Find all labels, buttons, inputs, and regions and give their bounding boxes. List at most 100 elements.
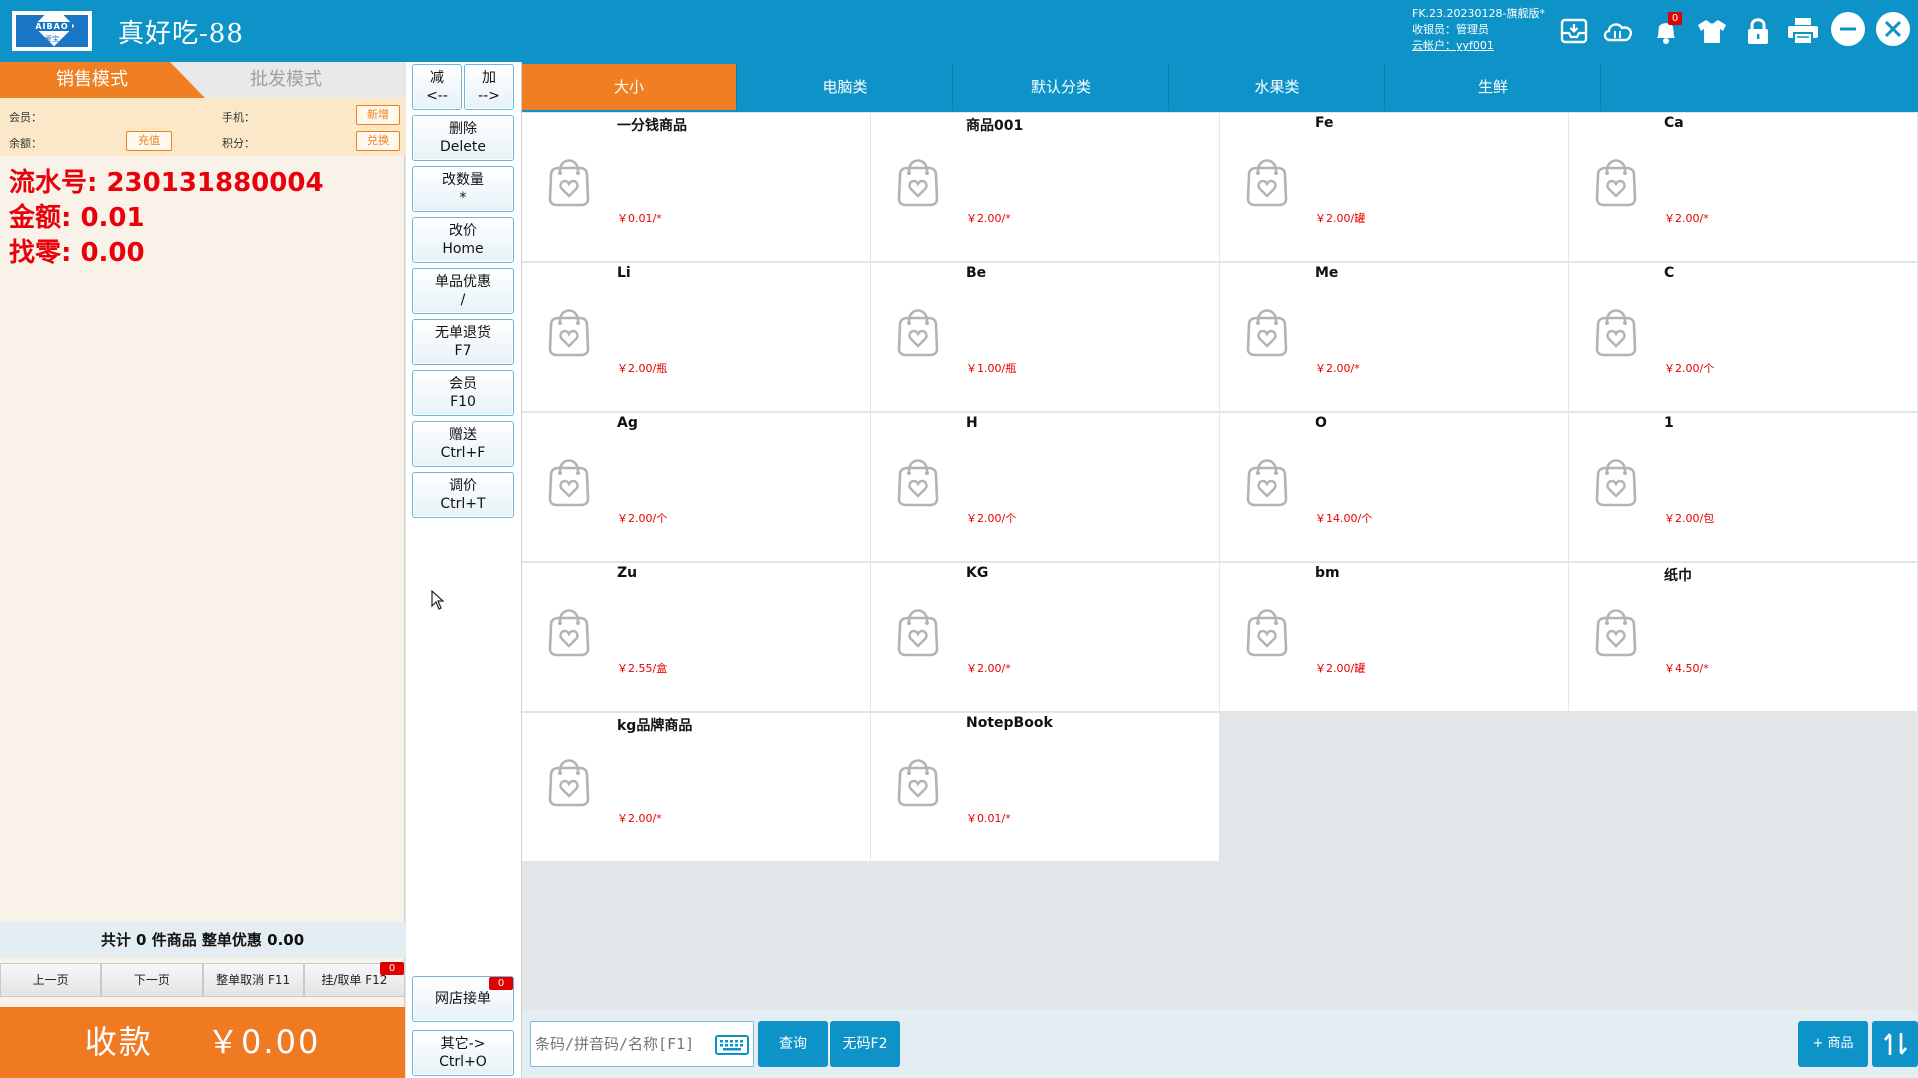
- balance-label: 余额：: [9, 137, 42, 150]
- cloud-account-link[interactable]: 云帐户：yyf001: [1412, 38, 1545, 54]
- product-bag-icon: [1246, 309, 1288, 357]
- store-name: 真好吃-88: [118, 19, 244, 49]
- prev-page-button[interactable]: 上一页: [0, 963, 102, 997]
- product-price: ￥2.00/罐: [1315, 212, 1366, 225]
- product-bag-icon: [1246, 159, 1288, 207]
- product-bag-icon: [548, 309, 590, 357]
- adjust-price-button[interactable]: 调价 Ctrl+T: [412, 472, 514, 518]
- product-bag-icon: [897, 159, 939, 207]
- account-info: FK.23.20230128-旗舰版* 收银员：管理员 云帐户：yyf001: [1412, 6, 1545, 54]
- product-bag-icon: [897, 309, 939, 357]
- product-price: ￥2.00/个: [966, 512, 1017, 525]
- cancel-order-button[interactable]: 整单取消 F11: [202, 963, 304, 997]
- change-price-button[interactable]: 改价 Home: [412, 217, 514, 263]
- product-name: KG: [966, 565, 989, 581]
- product-card[interactable]: Me ￥2.00/*: [1220, 263, 1568, 411]
- product-card[interactable]: 纸巾 ￥4.50/*: [1569, 563, 1917, 711]
- product-price: ￥2.00/罐: [1315, 662, 1366, 675]
- printer-icon[interactable]: [1783, 11, 1823, 51]
- decrease-button[interactable]: 减 <--: [412, 64, 462, 110]
- change-quantity-button[interactable]: 改数量 *: [412, 166, 514, 212]
- amount-value: 金额: 0.01: [9, 203, 145, 233]
- cashier-text: 收银员：管理员: [1412, 23, 1489, 36]
- product-bag-icon: [1595, 459, 1637, 507]
- close-button[interactable]: [1876, 12, 1910, 46]
- skin-shirt-icon[interactable]: [1692, 11, 1732, 51]
- product-card[interactable]: Ca ￥2.00/*: [1569, 113, 1917, 261]
- notification-bell-icon[interactable]: 0: [1646, 11, 1686, 51]
- member-info: 会员： 手机： 新增 余额： 充值 积分： 兑换: [0, 98, 405, 156]
- new-member-button[interactable]: 新增: [356, 105, 400, 125]
- product-card[interactable]: Be ￥1.00/瓶: [871, 263, 1219, 411]
- tab-category-size[interactable]: 大小: [522, 64, 737, 110]
- tab-wholesale-mode[interactable]: 批发模式: [250, 62, 322, 98]
- product-card[interactable]: Fe ￥2.00/罐: [1220, 113, 1568, 261]
- inbox-icon[interactable]: [1554, 11, 1594, 51]
- tab-category-default[interactable]: 默认分类: [954, 64, 1169, 110]
- member-button[interactable]: 会员 F10: [412, 370, 514, 416]
- product-card[interactable]: C ￥2.00/个: [1569, 263, 1917, 411]
- no-barcode-button[interactable]: 无码F2: [830, 1021, 900, 1067]
- keyboard-icon[interactable]: [715, 1035, 749, 1059]
- product-bag-icon: [1246, 459, 1288, 507]
- product-card[interactable]: Zu ￥2.55/盒: [522, 563, 870, 711]
- tab-category-fresh[interactable]: 生鲜: [1386, 64, 1601, 110]
- hold-order-button[interactable]: 挂/取单 F12 0: [303, 962, 405, 997]
- product-card[interactable]: kg品牌商品 ￥2.00/*: [522, 713, 870, 861]
- online-orders-button[interactable]: 网店接单 0: [412, 976, 514, 1022]
- more-functions-button[interactable]: 其它-> Ctrl+O: [412, 1030, 514, 1076]
- product-card[interactable]: O ￥14.00/个: [1220, 413, 1568, 561]
- product-price: ￥2.00/*: [617, 812, 662, 825]
- tab-category-fruits[interactable]: 水果类: [1170, 64, 1385, 110]
- header-bar: AIBAO 爱宝 真好吃-88 FK.23.20230128-旗舰版* 收银员：…: [0, 0, 1918, 62]
- product-price: ￥0.01/*: [617, 212, 662, 225]
- gift-button[interactable]: 赠送 Ctrl+F: [412, 421, 514, 467]
- product-card[interactable]: KG ￥2.00/*: [871, 563, 1219, 711]
- product-price: ￥0.01/*: [966, 812, 1011, 825]
- item-discount-button[interactable]: 单品优惠 /: [412, 268, 514, 314]
- recharge-button[interactable]: 充值: [126, 131, 172, 151]
- product-card[interactable]: 商品001 ￥2.00/*: [871, 113, 1219, 261]
- tab-category-computers[interactable]: 电脑类: [738, 64, 953, 110]
- hold-order-label: 挂/取单 F12: [321, 973, 388, 987]
- product-price: ￥2.00/个: [1664, 362, 1715, 375]
- order-nav: 上一页 下一页 整单取消 F11 挂/取单 F12 0: [0, 962, 405, 997]
- product-card[interactable]: NotepBook ￥0.01/*: [871, 713, 1219, 861]
- product-bag-icon: [548, 609, 590, 657]
- product-bag-icon: [897, 759, 939, 807]
- delete-button[interactable]: 删除 Delete: [412, 115, 514, 161]
- product-price: ￥2.00/*: [1315, 362, 1360, 375]
- product-name: Ca: [1664, 115, 1684, 131]
- product-card[interactable]: Ag ￥2.00/个: [522, 413, 870, 561]
- product-card[interactable]: Li ￥2.00/瓶: [522, 263, 870, 411]
- increase-button[interactable]: 加 -->: [464, 64, 514, 110]
- product-price: ￥2.00/包: [1664, 512, 1715, 525]
- query-button[interactable]: 查询: [758, 1021, 828, 1067]
- add-product-button[interactable]: + 商品: [1798, 1021, 1868, 1067]
- next-page-button[interactable]: 下一页: [101, 963, 203, 997]
- product-price: ￥2.55/盒: [617, 662, 668, 675]
- product-name: Li: [617, 265, 631, 281]
- tab-sale-mode[interactable]: 销售模式: [0, 62, 205, 98]
- minimize-button[interactable]: [1831, 12, 1865, 46]
- points-label: 积分：: [222, 137, 255, 150]
- return-no-receipt-button[interactable]: 无单退货 F7: [412, 319, 514, 365]
- exchange-points-button[interactable]: 兑换: [356, 131, 400, 151]
- product-card[interactable]: bm ￥2.00/罐: [1220, 563, 1568, 711]
- sale-panel: 销售模式 批发模式 会员： 手机： 新增 余额： 充值 积分： 兑换 流水号: …: [0, 62, 405, 1078]
- category-tabs: 大小 电脑类 默认分类 水果类 生鲜: [522, 62, 1918, 112]
- product-card[interactable]: 1 ￥2.00/包: [1569, 413, 1917, 561]
- product-card[interactable]: 一分钱商品 ￥0.01/*: [522, 113, 870, 261]
- lock-icon[interactable]: [1738, 11, 1778, 51]
- product-name: Fe: [1315, 115, 1334, 131]
- cloud-sync-icon[interactable]: [1598, 11, 1638, 51]
- product-name: NotepBook: [966, 715, 1053, 731]
- search-bar: 查询 无码F2 + 商品: [522, 1010, 1918, 1078]
- product-bag-icon: [1595, 159, 1637, 207]
- barcode-search-input[interactable]: [535, 1032, 711, 1056]
- toggle-layout-button[interactable]: [1872, 1021, 1918, 1067]
- phone-label: 手机：: [222, 111, 255, 124]
- checkout-label: 收款: [84, 1023, 153, 1061]
- checkout-button[interactable]: 收款 ￥0.00: [0, 1007, 405, 1078]
- product-card[interactable]: H ￥2.00/个: [871, 413, 1219, 561]
